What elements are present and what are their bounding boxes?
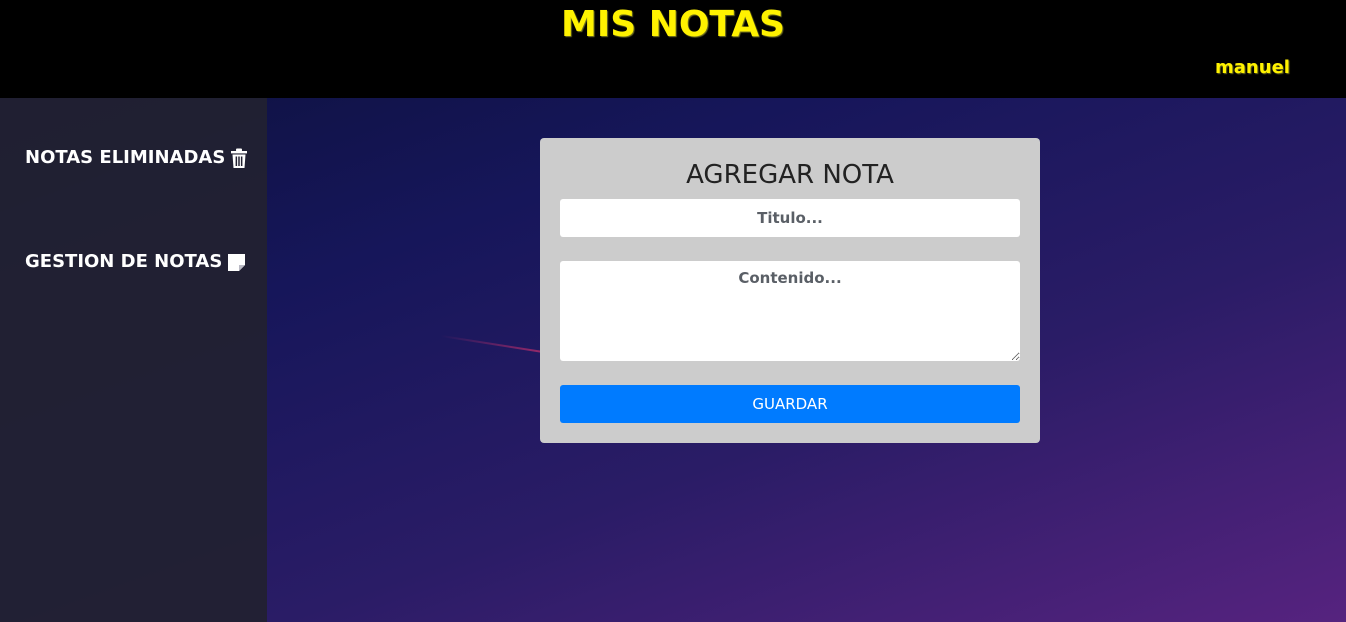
app-title: MIS NOTAS: [561, 4, 785, 45]
sidebar: NOTAS ELIMINADAS GESTION DE NOTAS: [0, 98, 267, 622]
note-icon: [226, 251, 246, 273]
note-content-textarea[interactable]: [560, 261, 1020, 361]
sidebar-item-deleted-notes[interactable]: NOTAS ELIMINADAS: [25, 146, 249, 170]
save-button[interactable]: GUARDAR: [560, 385, 1020, 423]
form-heading: AGREGAR NOTA: [686, 160, 894, 190]
sidebar-item-label: NOTAS ELIMINADAS: [25, 147, 226, 168]
top-header: MIS NOTAS manuel: [0, 0, 1346, 98]
sidebar-item-label: GESTION DE NOTAS: [25, 251, 223, 272]
sidebar-item-note-management[interactable]: GESTION DE NOTAS: [25, 250, 246, 274]
app-root: MIS NOTAS manuel NOTAS ELIMINADAS GESTIO…: [0, 0, 1346, 622]
trash-icon: [229, 147, 249, 169]
note-title-input[interactable]: [560, 199, 1020, 237]
add-note-card: AGREGAR NOTA GUARDAR: [540, 138, 1040, 443]
user-name-link[interactable]: manuel: [1195, 56, 1310, 80]
